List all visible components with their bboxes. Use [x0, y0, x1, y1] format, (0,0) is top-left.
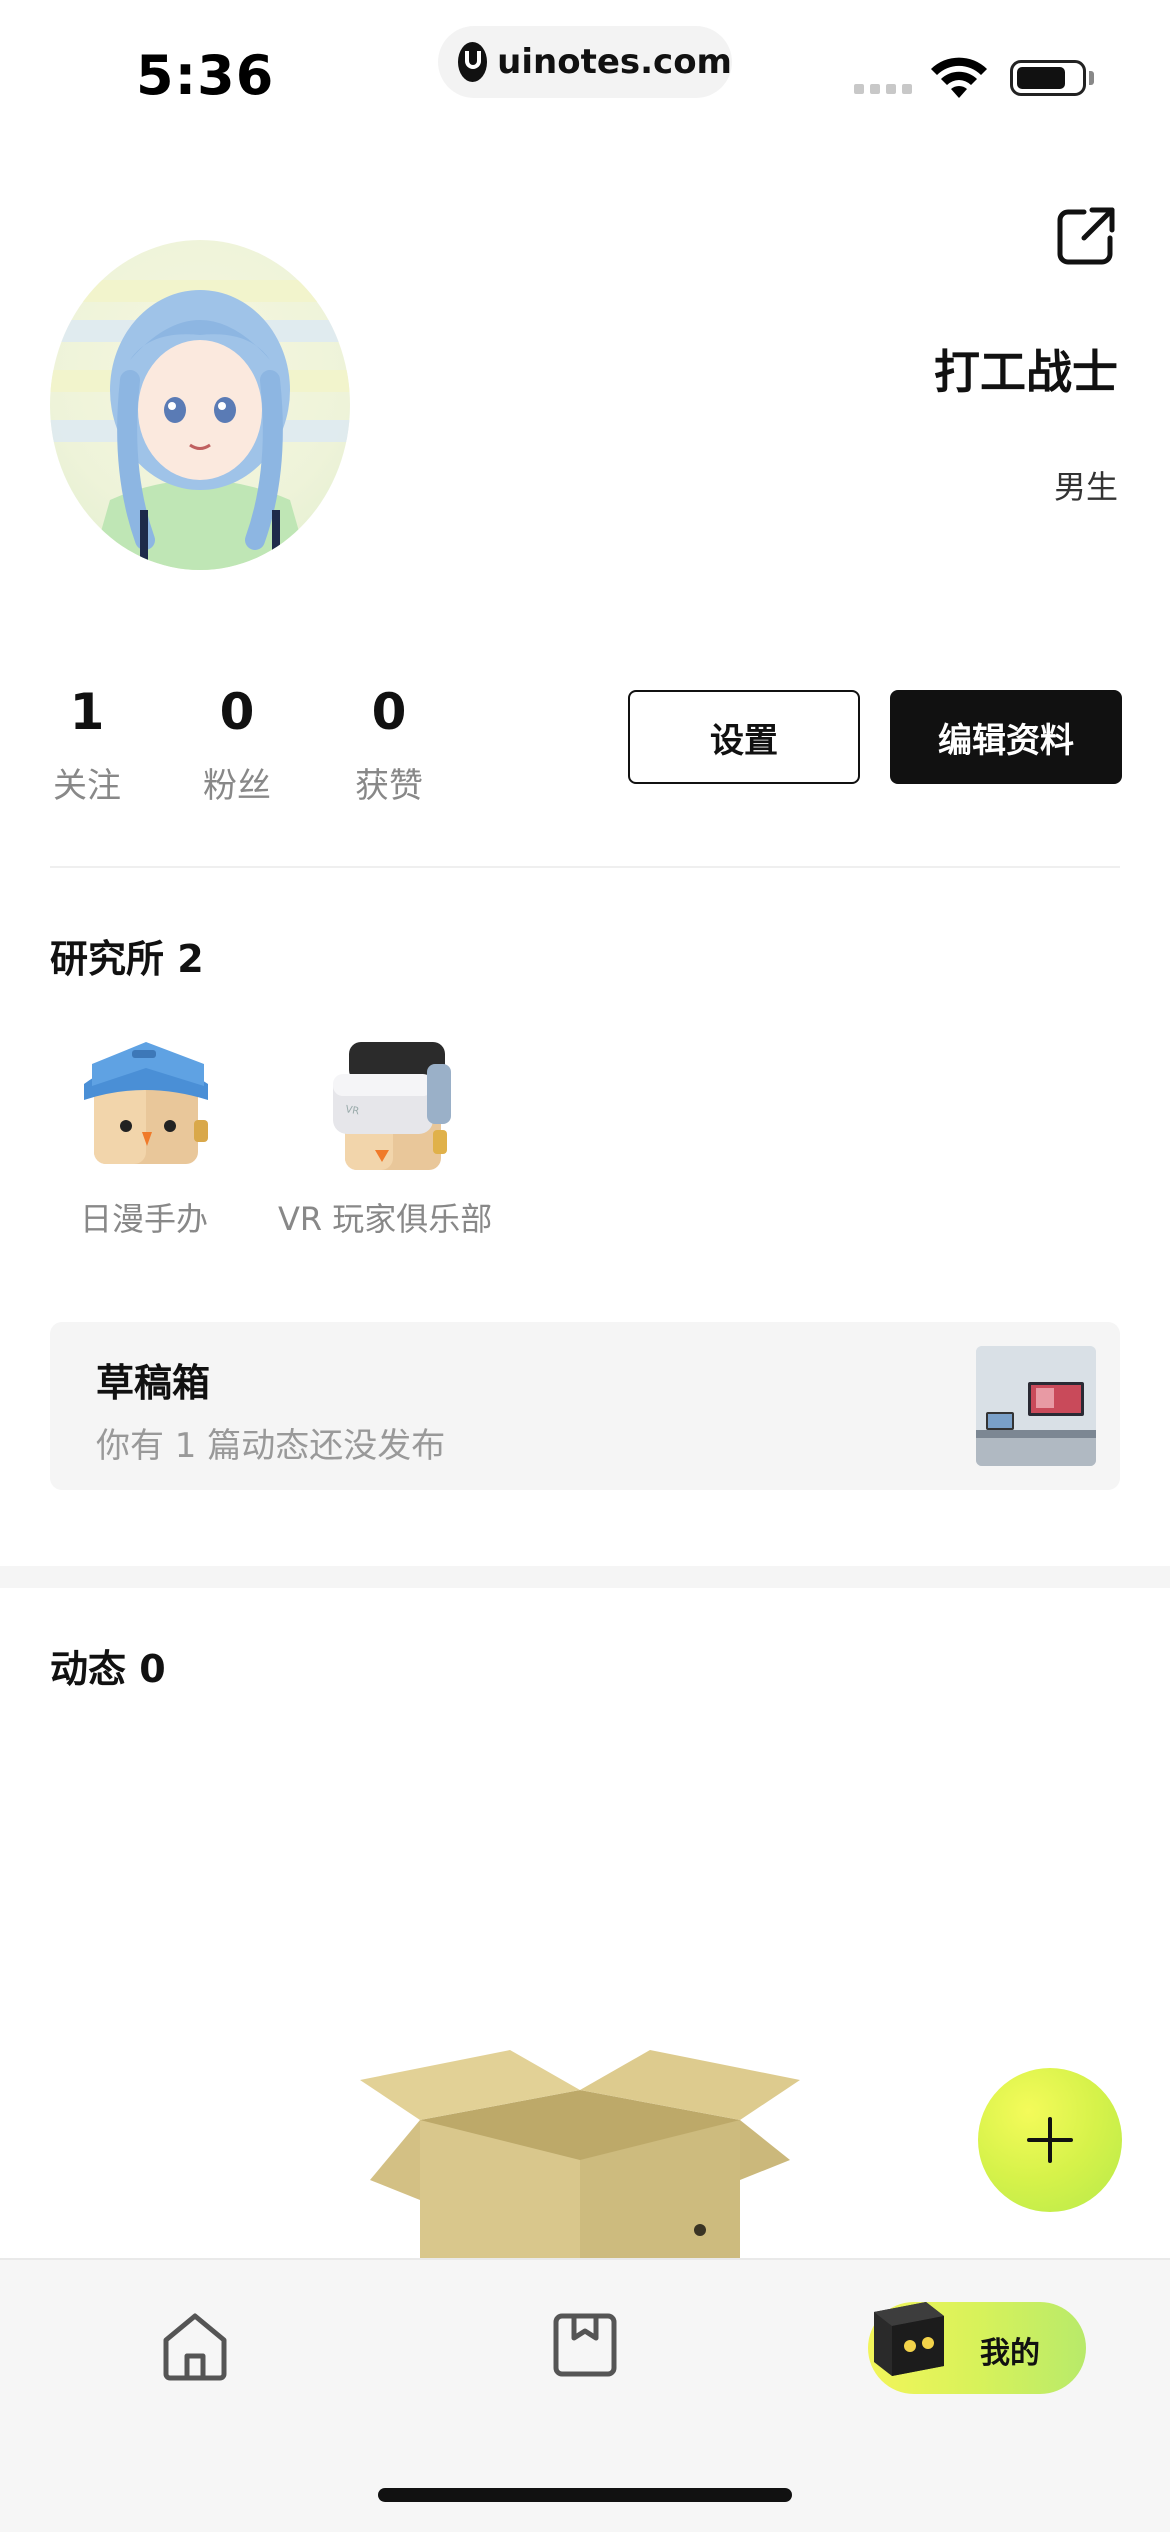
stat-value: 1 [69, 683, 105, 741]
stat-followers[interactable]: 0 粉丝 [182, 680, 292, 807]
draft-box-card[interactable]: 草稿箱 你有 1 篇动态还没发布 [50, 1322, 1120, 1490]
wifi-icon [931, 57, 987, 98]
cellular-signal-icon [854, 84, 912, 94]
institutes-title: 研究所 2 [50, 937, 204, 981]
bookmark-book-icon[interactable] [552, 2312, 618, 2378]
tab-me[interactable]: 我的 [868, 2302, 1086, 2394]
avatar-illustration [50, 280, 350, 570]
plus-icon [1027, 2117, 1073, 2163]
stat-value: 0 [219, 683, 255, 741]
battery-tip [1089, 71, 1094, 85]
institute-item-vr-club[interactable]: VR VR 玩家俱乐部 [278, 1020, 492, 1240]
tab-me-label: 我的 [980, 2336, 1040, 2371]
draft-title: 草稿箱 [96, 1361, 211, 1405]
gender-label: 男生 [1053, 468, 1118, 506]
status-time: 5:36 [136, 44, 275, 107]
stat-label: 粉丝 [203, 766, 271, 806]
home-icon[interactable] [160, 2310, 230, 2382]
feed-title: 动态 0 [50, 1647, 166, 1691]
share-icon[interactable] [1054, 204, 1118, 268]
stat-label: 获赞 [355, 766, 423, 806]
robot-cube-icon [874, 2302, 944, 2376]
settings-button[interactable]: 设置 [628, 690, 860, 784]
stat-label: 关注 [53, 766, 121, 806]
draft-thumbnail [976, 1346, 1096, 1466]
stat-value: 0 [371, 683, 407, 741]
edit-profile-button[interactable]: 编辑资料 [890, 690, 1122, 784]
divider [50, 866, 1120, 868]
add-post-button[interactable] [978, 2068, 1122, 2212]
stat-following[interactable]: 1 关注 [32, 680, 142, 807]
institute-item-anime-figures[interactable]: 日漫手办 [64, 1020, 224, 1240]
institute-label: VR 玩家俱乐部 [278, 1200, 493, 1238]
stat-likes[interactable]: 0 获赞 [334, 680, 444, 807]
battery-icon [1010, 60, 1086, 96]
url-pill[interactable]: uinotes.com [438, 26, 732, 98]
home-indicator [378, 2488, 792, 2502]
username: 打工战士 [934, 345, 1118, 399]
empty-box-illustration [360, 2050, 800, 2260]
url-text: uinotes.com [497, 42, 732, 82]
blue-cap-cube-icon [84, 1042, 208, 1164]
draft-subtitle: 你有 1 篇动态还没发布 [96, 1426, 446, 1466]
vr-headset-cube-icon: VR [333, 1042, 452, 1170]
site-logo-icon [458, 42, 488, 82]
institute-label: 日漫手办 [79, 1200, 208, 1238]
section-separator [0, 1566, 1170, 1588]
avatar[interactable] [50, 240, 350, 570]
